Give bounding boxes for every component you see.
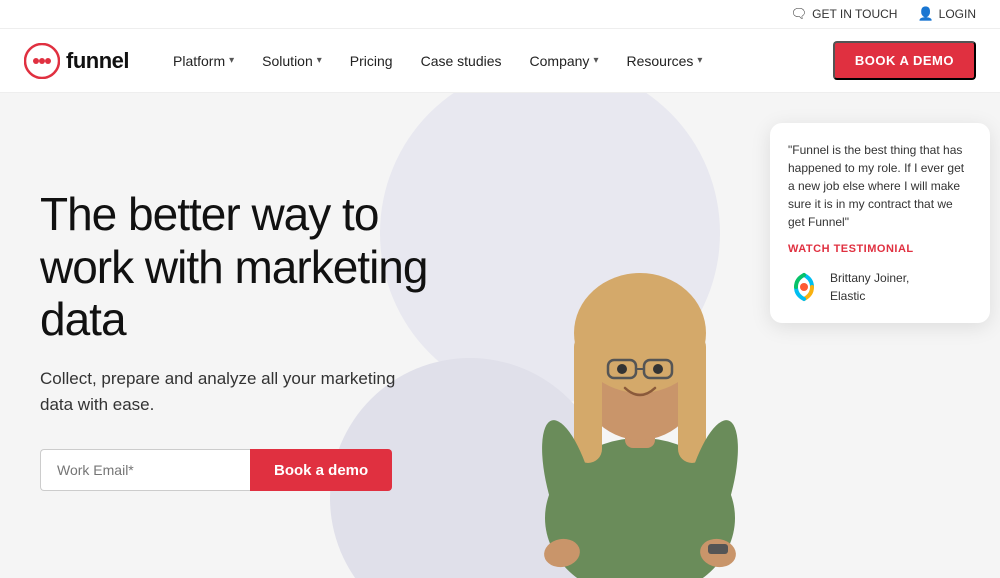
logo-text: funnel — [66, 48, 129, 74]
logo-icon — [24, 43, 60, 79]
chevron-down-icon: ▾ — [697, 55, 702, 66]
book-demo-button[interactable]: Book a demo — [250, 449, 392, 491]
top-bar: 🗨 GET IN TOUCH 👤 LOGIN — [0, 0, 1000, 29]
watch-testimonial-link[interactable]: WATCH TESTIMONIAL — [788, 243, 972, 255]
person-illustration — [490, 158, 790, 578]
message-icon: 🗨 — [791, 6, 808, 22]
nav-solution-label: Solution — [262, 53, 313, 69]
nav-platform-label: Platform — [173, 53, 225, 69]
testimonial-quote: "Funnel is the best thing that has happe… — [788, 141, 972, 231]
nav-item-resources[interactable]: Resources ▾ — [614, 45, 714, 77]
hero-section: The better way to work with marketing da… — [0, 93, 1000, 578]
logo[interactable]: funnel — [24, 43, 129, 79]
login-link[interactable]: 👤 LOGIN — [917, 6, 976, 22]
nav-resources-label: Resources — [626, 53, 693, 69]
hero-subtitle: Collect, prepare and analyze all your ma… — [40, 366, 428, 417]
nav-company-label: Company — [530, 53, 590, 69]
get-in-touch-link[interactable]: 🗨 GET IN TOUCH — [791, 6, 898, 22]
person-name: Brittany Joiner, Elastic — [830, 271, 909, 303]
login-label: LOGIN — [939, 7, 976, 21]
person-info: Brittany Joiner, Elastic — [830, 269, 909, 305]
testimonial-person: Brittany Joiner, Elastic — [788, 269, 972, 305]
nav-item-case-studies[interactable]: Case studies — [409, 45, 514, 77]
chevron-down-icon: ▾ — [593, 55, 598, 66]
user-icon: 👤 — [917, 6, 933, 22]
hero-title: The better way to work with marketing da… — [40, 188, 428, 347]
get-in-touch-label: GET IN TOUCH — [812, 7, 897, 21]
hero-right: "Funnel is the best thing that has happe… — [460, 93, 1000, 578]
nav-case-studies-label: Case studies — [421, 53, 502, 69]
nav-item-platform[interactable]: Platform ▾ — [161, 45, 246, 77]
nav-book-demo-button[interactable]: BOOK A DEMO — [833, 41, 976, 80]
nav-items: Platform ▾ Solution ▾ Pricing Case studi… — [161, 45, 833, 77]
nav-pricing-label: Pricing — [350, 53, 393, 69]
testimonial-card: "Funnel is the best thing that has happe… — [770, 123, 990, 323]
navbar: funnel Platform ▾ Solution ▾ Pricing Cas… — [0, 29, 1000, 93]
chevron-down-icon: ▾ — [229, 55, 234, 66]
nav-item-company[interactable]: Company ▾ — [518, 45, 611, 77]
nav-item-pricing[interactable]: Pricing — [338, 45, 405, 77]
chevron-down-icon: ▾ — [317, 55, 322, 66]
nav-item-solution[interactable]: Solution ▾ — [250, 45, 334, 77]
avatar — [788, 271, 820, 303]
hero-left: The better way to work with marketing da… — [0, 93, 460, 578]
email-input[interactable] — [40, 449, 250, 491]
hero-cta: Book a demo — [40, 449, 428, 491]
